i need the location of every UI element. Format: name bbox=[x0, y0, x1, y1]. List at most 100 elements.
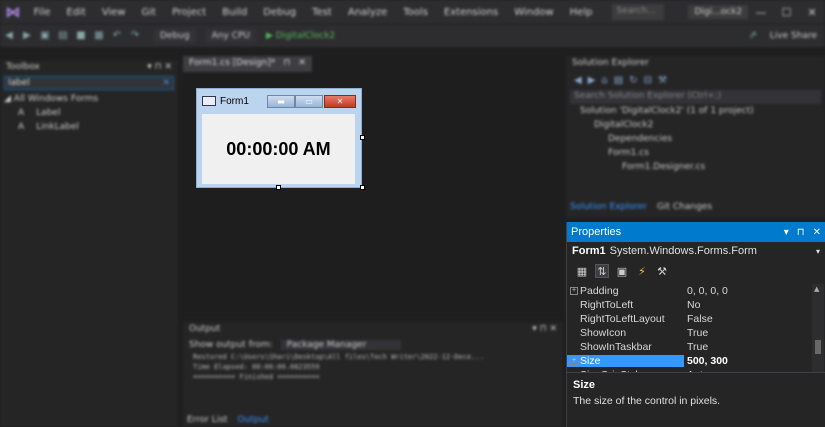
resize-handle-right[interactable] bbox=[360, 135, 365, 140]
form-client-area[interactable]: 00:00:00 AM bbox=[202, 114, 355, 184]
dropdown-icon[interactable]: ▾ bbox=[784, 227, 789, 238]
maximize-icon: ▭ bbox=[305, 97, 313, 106]
property-pages-wrench-icon[interactable]: ⚒ bbox=[655, 264, 669, 278]
back-icon[interactable]: ◀ bbox=[574, 75, 582, 86]
property-value[interactable]: True bbox=[684, 327, 708, 339]
toolbox-group[interactable]: ◢ All Windows Forms bbox=[0, 92, 178, 106]
property-value[interactable]: No bbox=[684, 299, 700, 311]
open-folder-icon[interactable]: ▤ bbox=[54, 30, 72, 41]
expand-icon[interactable]: + bbox=[570, 357, 578, 365]
property-value[interactable]: True bbox=[684, 341, 708, 353]
maximize-window-button[interactable]: ☐ bbox=[774, 6, 800, 19]
close-tab-icon[interactable]: ✕ bbox=[298, 58, 306, 70]
properties-view-icon[interactable]: ▣ bbox=[615, 264, 629, 278]
undo-icon[interactable]: ↶ bbox=[108, 30, 126, 41]
resize-handle-bottom[interactable] bbox=[276, 185, 281, 190]
menu-item[interactable]: Debug bbox=[255, 7, 304, 18]
form-maximize-button[interactable]: ▭ bbox=[295, 95, 323, 108]
menu-item[interactable]: Edit bbox=[58, 7, 93, 18]
tree-item[interactable]: Dependencies bbox=[566, 132, 825, 146]
back-icon[interactable]: ◀ bbox=[0, 30, 18, 41]
object-selector[interactable]: Form1 System.Windows.Forms.Form ▾ bbox=[567, 242, 825, 260]
tab-error-list[interactable]: Error List bbox=[187, 415, 228, 425]
categorized-icon[interactable]: ▦ bbox=[575, 264, 589, 278]
toolbox-item-linklabel[interactable]: A LinkLabel bbox=[0, 120, 178, 134]
forward-icon[interactable]: ▶ bbox=[18, 30, 36, 41]
property-value[interactable]: 0, 0, 0, 0 bbox=[684, 285, 728, 297]
save-all-icon[interactable]: ▦ bbox=[90, 30, 108, 41]
run-button[interactable]: ▶ DigitalClock2 bbox=[266, 31, 335, 41]
tab-solution-explorer[interactable]: Solution Explorer bbox=[570, 202, 647, 212]
form-titlebar[interactable]: Form1 ▬ ▭ ✕ bbox=[197, 89, 361, 113]
scrollbar-thumb[interactable] bbox=[815, 340, 821, 354]
alphabetical-icon[interactable]: ⇅ bbox=[595, 264, 609, 278]
pin-icon[interactable]: ⊓ bbox=[797, 227, 805, 238]
toolbox-panel: Toolbox ▾ ⊓ ✕ label ✕ ◢ All Windows Form… bbox=[0, 60, 178, 427]
property-row[interactable]: + Padding 0, 0, 0, 0 bbox=[567, 284, 812, 298]
menu-item[interactable]: Test bbox=[304, 7, 340, 18]
property-value[interactable]: 500, 300 bbox=[684, 355, 728, 367]
platform-dropdown[interactable]: Any CPU bbox=[205, 28, 256, 43]
play-icon: ▶ bbox=[265, 30, 276, 41]
toolbox-title: Toolbox bbox=[6, 62, 40, 72]
menu-item[interactable]: Tools bbox=[395, 7, 436, 18]
property-row[interactable]: RightToLeftLayout False bbox=[567, 312, 812, 326]
property-row[interactable]: ShowIcon True bbox=[567, 326, 812, 340]
tree-item[interactable]: Solution 'DigitalClock2' (1 of 1 project… bbox=[566, 104, 825, 118]
close-window-button[interactable]: ✕ bbox=[799, 6, 825, 19]
events-lightning-icon[interactable]: ⚡ bbox=[635, 264, 649, 278]
output-line: Time Elapsed: 00:00:00.0823559 bbox=[193, 363, 320, 371]
expand-icon[interactable]: + bbox=[570, 287, 578, 295]
property-row[interactable]: ShowInTaskbar True bbox=[567, 340, 812, 354]
tab-form1-design[interactable]: Form1.cs [Design]* ⊓ ✕ bbox=[183, 56, 312, 72]
tab-output[interactable]: Output bbox=[238, 415, 269, 425]
form-close-button[interactable]: ✕ bbox=[324, 95, 356, 108]
scroll-up-icon[interactable]: ▲ bbox=[814, 285, 819, 293]
property-grid-scrollbar[interactable]: ▲ ▼ bbox=[812, 284, 824, 380]
property-name: RightToLeftLayout bbox=[580, 313, 665, 325]
property-value[interactable]: False bbox=[684, 313, 713, 325]
property-row[interactable]: + Size 500, 300 bbox=[567, 354, 812, 368]
toolbox-search-input[interactable]: label ✕ bbox=[4, 76, 174, 90]
menu-item[interactable]: Window bbox=[506, 7, 561, 18]
menu-item[interactable]: Extensions bbox=[436, 7, 506, 18]
menu-item[interactable]: Help bbox=[562, 7, 601, 18]
minimize-window-button[interactable]: — bbox=[748, 6, 774, 19]
collapse-all-icon[interactable]: ⊟ bbox=[644, 75, 652, 86]
menu-item[interactable]: Analyze bbox=[340, 7, 395, 18]
save-icon[interactable]: ■ bbox=[72, 30, 90, 41]
refresh-icon[interactable]: ↻ bbox=[629, 75, 637, 86]
tree-item[interactable]: DigitalClock2 bbox=[566, 118, 825, 132]
tree-item[interactable]: Form1.cs bbox=[566, 146, 825, 160]
tree-item[interactable]: Form1.Designer.cs bbox=[566, 160, 825, 174]
clock-label[interactable]: 00:00:00 AM bbox=[226, 139, 330, 160]
search-input[interactable]: Search... bbox=[612, 4, 665, 20]
panel-controls-icon[interactable]: ▾ ⊓ ✕ bbox=[532, 324, 557, 336]
toolbox-item-label[interactable]: A Label bbox=[0, 106, 178, 120]
output-source-dropdown[interactable]: Package Manager bbox=[280, 340, 401, 350]
menu-item[interactable]: Project bbox=[164, 7, 214, 18]
menu-item[interactable]: File bbox=[26, 7, 59, 18]
panel-controls-icon[interactable]: ▾ ⊓ ✕ bbox=[147, 62, 172, 72]
wrench-icon[interactable]: ⚒ bbox=[658, 75, 667, 86]
menu-item[interactable]: Build bbox=[214, 7, 255, 18]
switch-view-icon[interactable]: ▤ bbox=[614, 75, 623, 86]
configuration-dropdown[interactable]: Debug bbox=[154, 28, 196, 43]
new-project-icon[interactable]: ▣ bbox=[36, 30, 54, 41]
solution-search-input[interactable]: Search Solution Explorer (Ctrl+;) bbox=[570, 90, 821, 104]
chevron-down-icon: ▾ bbox=[815, 246, 820, 256]
menu-item[interactable]: Git bbox=[133, 7, 163, 18]
home-icon[interactable]: ⌂ bbox=[601, 75, 607, 86]
form1-window[interactable]: Form1 ▬ ▭ ✕ 00:00:00 AM bbox=[196, 88, 362, 188]
clear-search-icon[interactable]: ✕ bbox=[162, 78, 170, 88]
close-icon[interactable]: ✕ bbox=[813, 227, 821, 238]
redo-icon[interactable]: ↷ bbox=[126, 30, 144, 41]
forward-icon[interactable]: ▶ bbox=[588, 75, 596, 86]
property-row[interactable]: RightToLeft No bbox=[567, 298, 812, 312]
form-minimize-button[interactable]: ▬ bbox=[267, 95, 295, 108]
tab-git-changes[interactable]: Git Changes bbox=[657, 202, 712, 212]
menu-item[interactable]: View bbox=[94, 7, 134, 18]
live-share-button[interactable]: Live Share bbox=[762, 31, 825, 41]
pin-icon[interactable]: ⊓ bbox=[283, 58, 290, 70]
resize-handle-corner[interactable] bbox=[360, 185, 365, 190]
